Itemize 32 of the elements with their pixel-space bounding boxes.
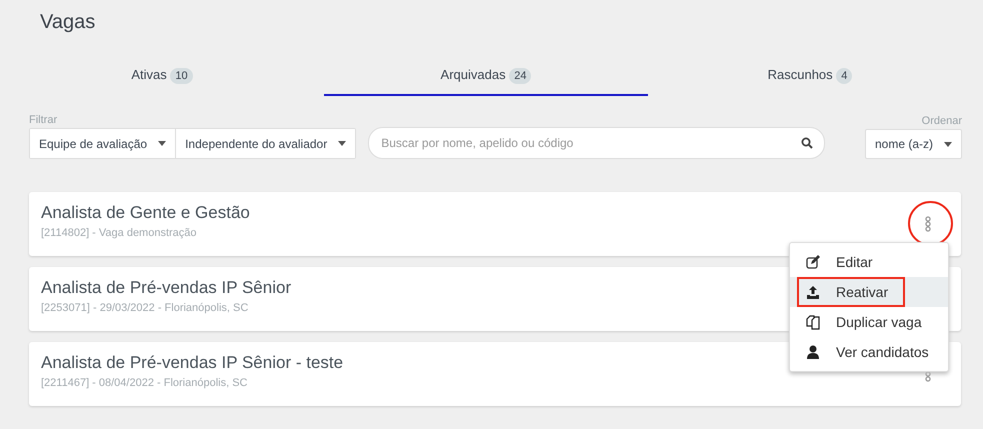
caret-icon (944, 142, 952, 146)
job-title: Analista de Pré-vendas IP Sênior (41, 278, 292, 298)
search-field[interactable]: Buscar por nome, apelido ou código (368, 127, 825, 159)
pencil-icon (806, 255, 820, 269)
job-details: [2253071] - 29/03/2022 - Florianópolis, SC (41, 302, 248, 314)
menu-item-label: Ver candidatos (836, 344, 929, 360)
tab[interactable]: Arquivadas 24 (324, 54, 648, 96)
job-details: [2211467] - 08/04/2022 - Florianópolis, SC (41, 377, 248, 389)
sort-dropdown[interactable]: nome (a-z) (864, 129, 962, 159)
more-icon[interactable] (925, 216, 931, 232)
copy-icon (806, 314, 820, 330)
menu-item[interactable]: Reativar (790, 277, 948, 307)
page-title: Vagas (39, 10, 96, 35)
job-title: Analista de Pré-vendas IP Sênior - teste (41, 353, 344, 373)
person-icon (807, 345, 819, 359)
caret-icon (158, 141, 166, 146)
job-details: [2114802] - Vaga demonstração (41, 227, 197, 239)
filter-dropdown[interactable]: Independente do avaliador (175, 129, 356, 158)
filter-label: Filtrar (29, 114, 58, 126)
count-badge: 24 (509, 68, 532, 84)
tab[interactable]: Rascunhos 4 (648, 54, 972, 96)
menu-item-label: Editar (836, 254, 873, 270)
upload-icon (806, 285, 820, 299)
count-badge: 4 (836, 68, 852, 84)
tab[interactable]: Ativas 10 (0, 54, 324, 96)
search-icon (800, 137, 813, 149)
sort-label: Ordenar (920, 115, 962, 127)
menu-item-label: Reativar (836, 284, 888, 300)
job-title: Analista de Gente e Gestão (41, 203, 250, 223)
menu-item-label: Duplicar vaga (836, 314, 922, 330)
count-badge: 10 (170, 68, 193, 84)
caret-icon (338, 141, 346, 146)
